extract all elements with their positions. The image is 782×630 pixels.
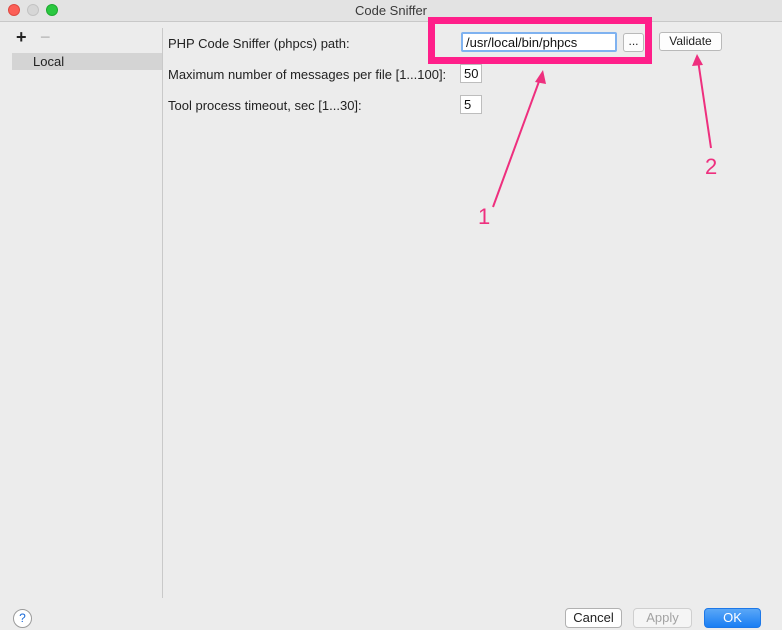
annotation-marker-1: 1 [478,204,491,229]
ok-button[interactable]: OK [704,608,761,628]
arrow-1-head [535,70,546,84]
annotation-marker-2: 2 [705,154,718,179]
arrow-1-line [492,75,542,208]
cancel-button[interactable]: Cancel [565,608,622,628]
apply-button[interactable]: Apply [633,608,692,628]
arrow-2-head [692,54,703,66]
help-button[interactable]: ? [13,609,32,628]
annotation-arrows [492,54,712,208]
arrow-2-line [697,59,712,149]
